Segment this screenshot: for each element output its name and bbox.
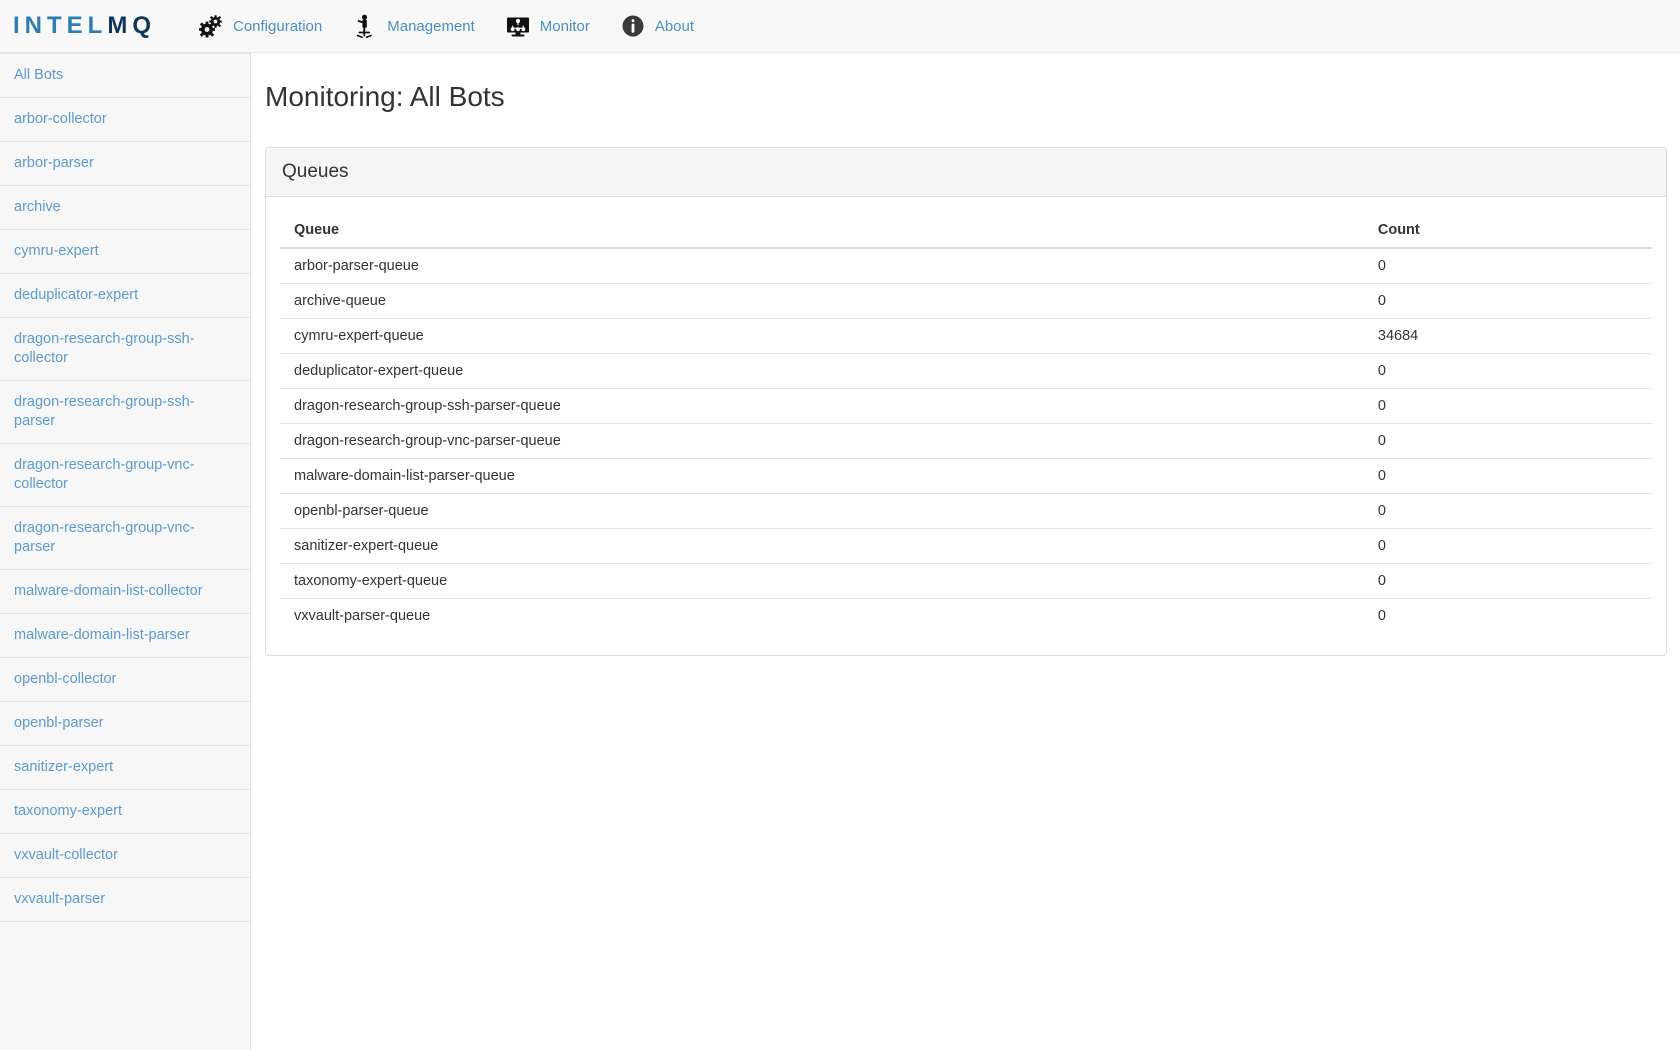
sidebar-item-dragon-research-group-ssh-parser[interactable]: dragon-research-group-ssh-parser — [0, 381, 250, 444]
cell-queue-name: openbl-parser-queue — [280, 493, 1364, 529]
sidebar-item-openbl-parser[interactable]: openbl-parser — [0, 702, 250, 746]
cell-queue-name: archive-queue — [280, 283, 1364, 319]
page-title: Monitoring: All Bots — [265, 81, 505, 112]
sidebar-item-arbor-parser[interactable]: arbor-parser — [0, 142, 250, 186]
queues-panel-heading: Queues — [266, 148, 1666, 197]
cell-queue-count: 0 — [1363, 423, 1652, 459]
sidebar-item-arbor-collector[interactable]: arbor-collector — [0, 98, 250, 142]
cell-queue-count: 0 — [1363, 493, 1652, 529]
cell-queue-count: 0 — [1377, 258, 1386, 274]
cell-queue-name: arbor-parser-queue — [294, 258, 419, 274]
cell-queue-name: cymru-expert-queue — [280, 318, 1364, 354]
nav-item-configuration-label: Configuration — [233, 17, 323, 35]
nav-item-about[interactable]: About — [608, 0, 706, 52]
table-header-row: Queue Count — [280, 213, 1652, 249]
queues-table-head: Queue Count — [280, 213, 1652, 249]
person-chair-icon — [352, 13, 378, 39]
sidebar-item-malware-domain-list-collector[interactable]: malware-domain-list-collector — [0, 570, 250, 614]
brand-logo-dark-text: MQ — [107, 12, 156, 39]
brand-logo[interactable]: INTELMQ — [13, 0, 156, 52]
cell-queue-name: deduplicator-expert-queue — [280, 353, 1364, 389]
nav-item-monitor-label: Monitor — [539, 17, 590, 35]
table-row: dragon-research-group-ssh-parser-queue 0 — [280, 388, 1652, 424]
queues-panel-body: Queue Count arbor-parser-queue 0 archive… — [266, 197, 1666, 655]
nav-item-configuration[interactable]: Configuration — [186, 0, 334, 52]
sidebar-item-dragon-research-group-vnc-parser[interactable]: dragon-research-group-vnc-parser — [0, 507, 250, 570]
sidebar-item-deduplicator-expert[interactable]: deduplicator-expert — [0, 274, 250, 318]
sidebar-item-archive[interactable]: archive — [0, 186, 250, 230]
nav-items: Configuration Management Monitor About — [186, 0, 712, 52]
top-navbar: INTELMQ Configuration Management Monitor… — [0, 0, 1680, 53]
sidebar-item-cymru-expert[interactable]: cymru-expert — [0, 230, 250, 274]
table-row: cymru-expert-queue 34684 — [280, 318, 1652, 354]
sidebar-item-sanitizer-expert[interactable]: sanitizer-expert — [0, 746, 250, 790]
sidebar-item-taxonomy-expert[interactable]: taxonomy-expert — [0, 790, 250, 834]
table-row: arbor-parser-queue 0 — [280, 248, 1652, 284]
cell-queue-count: 0 — [1363, 528, 1652, 564]
nav-item-about-label: About — [654, 17, 695, 35]
table-row: deduplicator-expert-queue 0 — [280, 353, 1652, 389]
cell-queue-count: 0 — [1363, 598, 1652, 633]
cell-queue-name: dragon-research-group-vnc-parser-queue — [280, 423, 1364, 459]
nav-item-monitor[interactable]: Monitor — [493, 0, 602, 52]
sidebar-item-vxvault-parser[interactable]: vxvault-parser — [0, 878, 250, 922]
column-header-count: Count — [1363, 213, 1652, 249]
sidebar: All Bots arbor-collector arbor-parser ar… — [0, 53, 251, 1050]
cell-queue-name: dragon-research-group-ssh-parser-queue — [280, 388, 1364, 424]
cell-queue-name: malware-domain-list-parser-queue — [280, 458, 1364, 494]
table-row: vxvault-parser-queue 0 — [280, 598, 1652, 633]
cell-queue-name: taxonomy-expert-queue — [280, 563, 1364, 599]
table-row: openbl-parser-queue 0 — [280, 493, 1652, 529]
table-row: sanitizer-expert-queue 0 — [280, 528, 1652, 564]
queues-panel: Queues Queue Count arbor-parser-queue 0 … — [265, 147, 1667, 656]
table-row: archive-queue 0 — [280, 283, 1652, 319]
cell-queue-count: 0 — [1363, 458, 1652, 494]
table-row: dragon-research-group-vnc-parser-queue 0 — [280, 423, 1652, 459]
cell-queue-count: 0 — [1363, 353, 1652, 389]
column-header-queue: Queue — [280, 213, 1364, 249]
nav-item-management[interactable]: Management — [340, 0, 487, 52]
queues-panel-title: Queues — [282, 161, 349, 182]
queues-table-body: arbor-parser-queue 0 archive-queue 0 cym… — [280, 248, 1652, 633]
nav-item-management-label: Management — [387, 17, 475, 35]
cell-queue-name: sanitizer-expert-queue — [280, 528, 1364, 564]
cell-queue-count: 0 — [1363, 388, 1652, 424]
sidebar-item-openbl-collector[interactable]: openbl-collector — [0, 658, 250, 702]
monitor-network-icon — [505, 13, 531, 39]
cell-queue-count: 0 — [1363, 283, 1652, 319]
table-row: taxonomy-expert-queue 0 — [280, 563, 1652, 599]
cell-queue-count: 34684 — [1363, 318, 1652, 354]
sidebar-item-dragon-research-group-ssh-collector[interactable]: dragon-research-group-ssh-collector — [0, 318, 250, 381]
sidebar-item-vxvault-collector[interactable]: vxvault-collector — [0, 834, 250, 878]
gears-icon — [198, 13, 224, 39]
sidebar-item-all-bots[interactable]: All Bots — [0, 54, 250, 98]
cell-queue-name: vxvault-parser-queue — [280, 598, 1364, 633]
sidebar-item-dragon-research-group-vnc-collector[interactable]: dragon-research-group-vnc-collector — [0, 444, 250, 507]
table-row: malware-domain-list-parser-queue 0 — [280, 458, 1652, 494]
main-content: Monitoring: All Bots Queues Queue Count … — [252, 53, 1680, 1050]
info-circle-icon — [620, 13, 646, 39]
cell-queue-count: 0 — [1363, 563, 1652, 599]
brand-logo-light-text: INTEL — [13, 12, 108, 39]
sidebar-item-malware-domain-list-parser[interactable]: malware-domain-list-parser — [0, 614, 250, 658]
queues-table: Queue Count arbor-parser-queue 0 archive… — [280, 213, 1652, 633]
